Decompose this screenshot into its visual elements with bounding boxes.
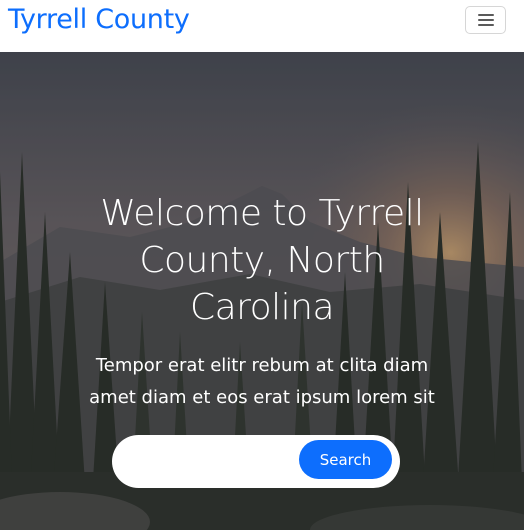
hero-title: Welcome to Tyrrell County, North Carolin… <box>100 193 424 328</box>
search-form: Search <box>112 435 400 488</box>
navbar: Tyrrell County <box>0 0 524 52</box>
hero-subtitle: Tempor erat elitr rebum at clita diam am… <box>89 355 435 408</box>
hamburger-menu-icon <box>478 14 494 27</box>
hero-section: Welcome to Tyrrell County, North Carolin… <box>0 52 524 530</box>
menu-toggle-button[interactable] <box>465 6 506 34</box>
search-input[interactable] <box>130 447 300 476</box>
brand-link[interactable]: Tyrrell County <box>8 4 190 35</box>
search-button[interactable]: Search <box>299 440 392 479</box>
hero-content: Welcome to Tyrrell County, North Carolin… <box>0 52 524 530</box>
